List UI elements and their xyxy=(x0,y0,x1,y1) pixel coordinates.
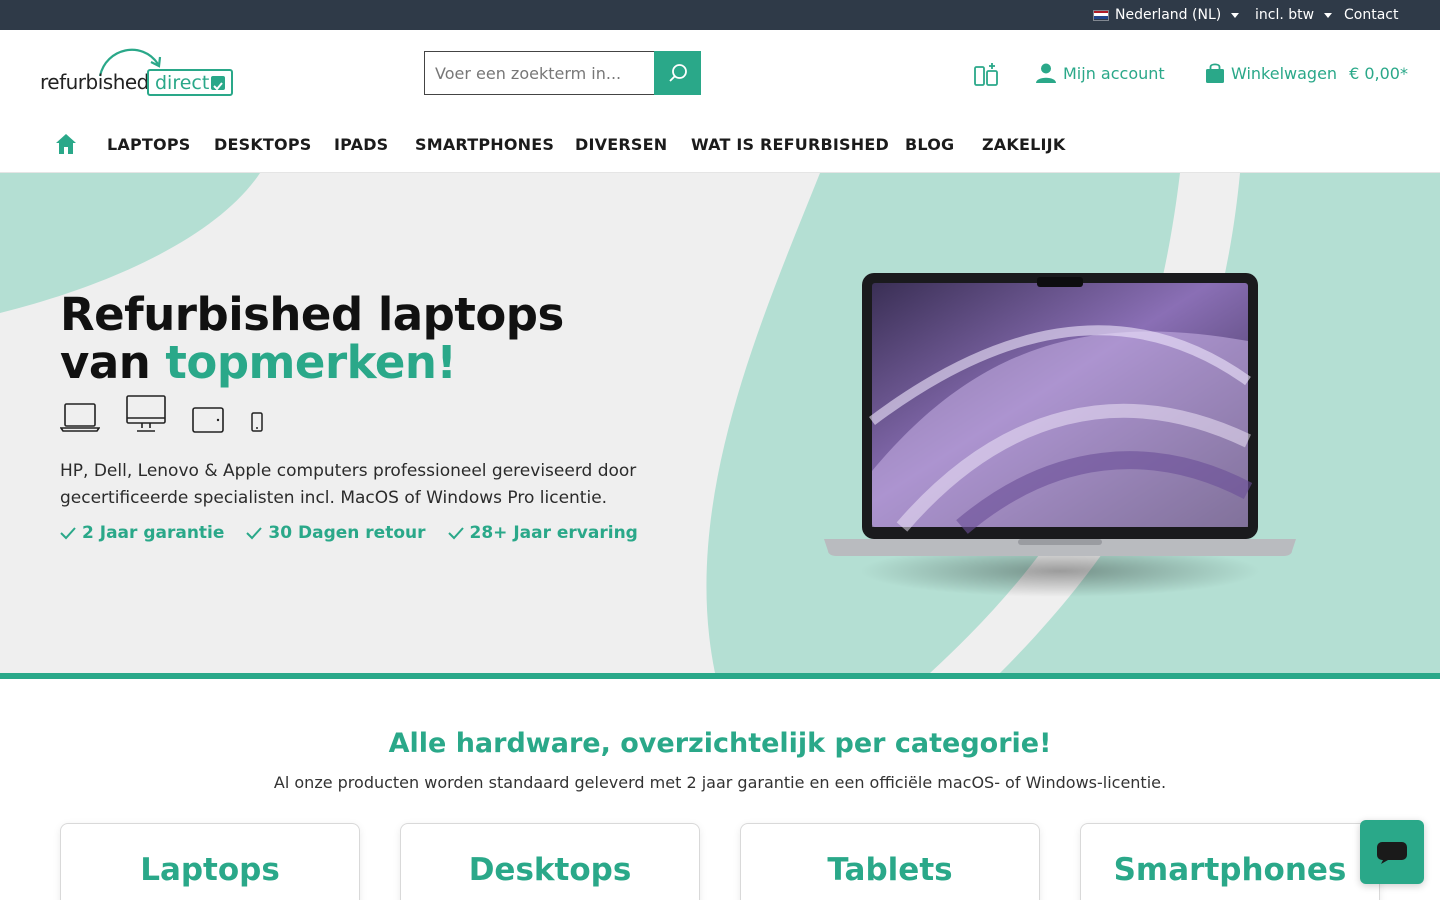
check-icon xyxy=(211,75,226,90)
netherlands-flag-icon xyxy=(1093,9,1109,21)
nav-item-smartphones[interactable]: SMARTPHONES xyxy=(415,115,554,173)
usp-label: 2 Jaar garantie xyxy=(82,523,225,543)
hero-description: HP, Dell, Lenovo & Apple computers profe… xyxy=(60,461,637,508)
cart-total: € 0,00* xyxy=(1349,63,1408,83)
site-header: refurbished direct Mijn account xyxy=(0,30,1440,115)
check-icon xyxy=(60,527,76,540)
usp-label: 28+ Jaar ervaring xyxy=(469,523,638,543)
logo-box-word: direct xyxy=(155,71,210,94)
hero-title-line2: van topmerken! xyxy=(60,339,564,387)
category-card-title: Laptops xyxy=(140,852,280,888)
category-card-laptops[interactable]: Laptops xyxy=(60,823,360,900)
user-icon xyxy=(1036,63,1056,83)
smartphone-icon xyxy=(251,412,263,432)
account-label: Mijn account xyxy=(1063,63,1165,83)
contact-link[interactable]: Contact xyxy=(1344,0,1398,30)
vat-label: incl. btw xyxy=(1255,7,1315,23)
country-label: Nederland (NL) xyxy=(1115,7,1222,23)
device-icons xyxy=(60,395,264,433)
compare-icon xyxy=(974,63,998,86)
usp-item: 2 Jaar garantie xyxy=(60,523,224,543)
site-logo[interactable]: refurbished direct xyxy=(38,42,234,102)
usp-list: 2 Jaar garantie 30 Dagen retour 28+ Jaar… xyxy=(60,523,638,543)
shopping-bag-icon xyxy=(1206,63,1224,83)
nav-item-laptops[interactable]: LAPTOPS xyxy=(107,115,190,173)
compare-button[interactable] xyxy=(973,61,999,87)
cart-label: Winkelwagen xyxy=(1231,63,1338,83)
hero-title-line1: Refurbished laptops xyxy=(60,288,564,341)
search-form xyxy=(424,51,701,95)
chevron-down-icon xyxy=(1231,12,1240,18)
logo-word: refurbished xyxy=(40,70,149,94)
nav-item-desktops[interactable]: DESKTOPS xyxy=(214,115,312,173)
search-input[interactable] xyxy=(424,51,655,95)
category-card-smartphones[interactable]: Smartphones xyxy=(1080,823,1380,900)
chevron-down-icon xyxy=(1324,12,1333,18)
nav-item-wat-is-refurbished[interactable]: WAT IS REFURBISHED xyxy=(691,115,889,173)
check-icon xyxy=(447,527,464,540)
main-nav: LAPTOPS DESKTOPS IPADS SMARTPHONES DIVER… xyxy=(0,115,1440,173)
logo-box: direct xyxy=(147,69,234,96)
nav-item-blog[interactable]: BLOG xyxy=(905,115,954,173)
laptop-icon xyxy=(60,403,100,432)
hero-banner: Refurbished laptops van topmerken! HP, D… xyxy=(0,173,1440,673)
home-icon xyxy=(56,134,76,154)
usp-label: 30 Dagen retour xyxy=(268,523,426,543)
hero-divider xyxy=(0,673,1440,679)
chat-button[interactable] xyxy=(1360,820,1424,884)
category-card-title: Smartphones xyxy=(1113,852,1347,888)
nav-item-ipads[interactable]: IPADS xyxy=(334,115,388,173)
chat-icon xyxy=(1377,842,1407,864)
category-card-title: Desktops xyxy=(468,852,632,888)
nav-item-diversen[interactable]: DIVERSEN xyxy=(575,115,667,173)
usp-item: 30 Dagen retour xyxy=(246,523,426,543)
hero-title-accent: topmerken! xyxy=(165,336,457,389)
usp-item: 28+ Jaar ervaring xyxy=(447,523,638,543)
cart-link[interactable]: Winkelwagen € 0,00* xyxy=(1205,62,1408,84)
category-card-tablets[interactable]: Tablets xyxy=(740,823,1040,900)
contact-label: Contact xyxy=(1344,7,1399,23)
category-card-desktops[interactable]: Desktops xyxy=(400,823,700,900)
search-button[interactable] xyxy=(654,51,701,95)
macbook-product-image xyxy=(824,273,1296,597)
category-card-title: Tablets xyxy=(827,852,953,888)
search-icon xyxy=(668,64,687,82)
country-selector[interactable]: Nederland (NL) xyxy=(1093,0,1240,30)
categories-title: Alle hardware, overzichtelijk per catego… xyxy=(388,728,1052,759)
top-bar: Nederland (NL) incl. btw Contact xyxy=(0,0,1440,30)
account-link[interactable]: Mijn account xyxy=(1035,62,1165,84)
nav-item-zakelijk[interactable]: ZAKELIJK xyxy=(982,115,1065,173)
hero-title: Refurbished laptops van topmerken! xyxy=(60,291,564,387)
categories-subtitle: Al onze producten worden standaard gelev… xyxy=(273,773,1167,792)
tablet-icon xyxy=(192,407,224,433)
vat-selector[interactable]: incl. btw xyxy=(1255,0,1333,30)
home-link[interactable] xyxy=(55,133,77,159)
hero-title-prefix: van xyxy=(60,336,166,389)
check-icon xyxy=(246,527,263,540)
desktop-icon xyxy=(126,395,166,432)
